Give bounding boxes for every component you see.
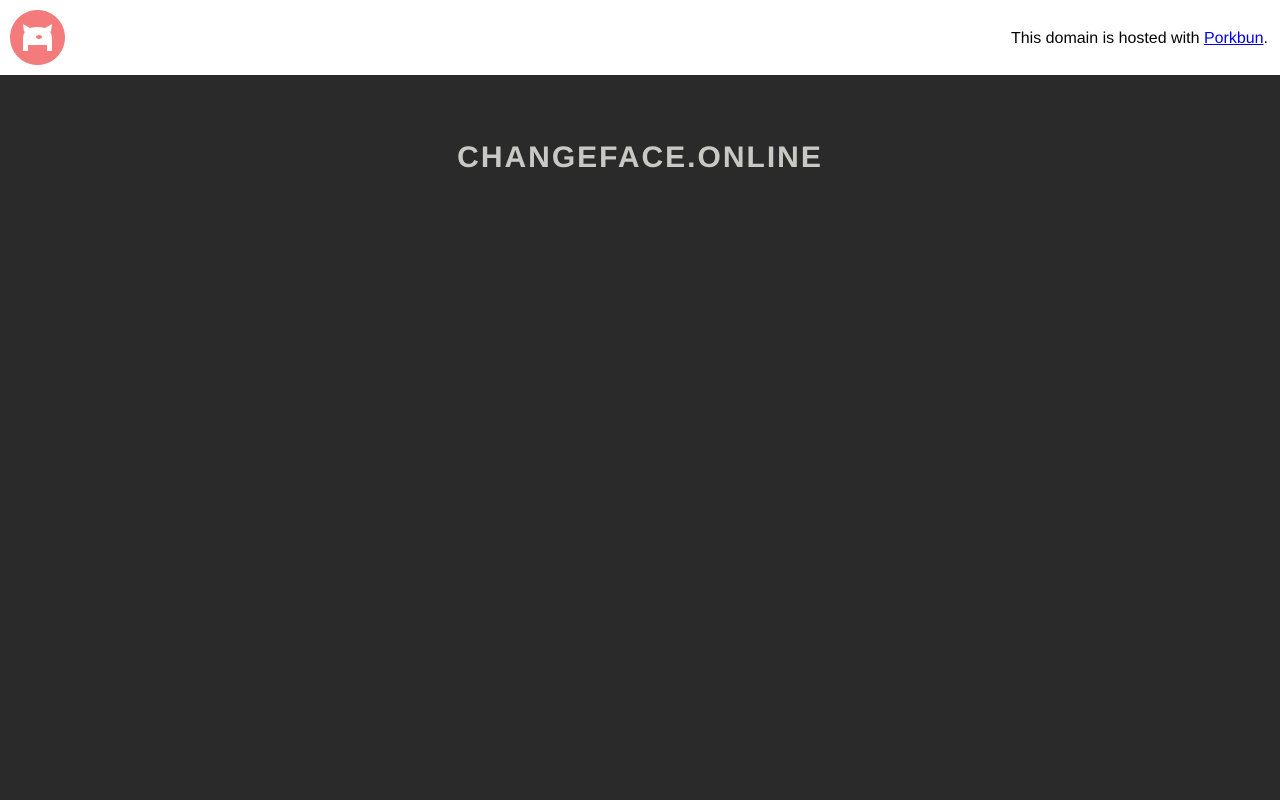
porkbun-pig-icon[interactable] xyxy=(10,10,65,65)
top-banner: This domain is hosted with Porkbun. xyxy=(0,0,1280,75)
porkbun-link[interactable]: Porkbun xyxy=(1204,30,1264,47)
hosted-notice: This domain is hosted with Porkbun. xyxy=(1011,30,1268,48)
hosted-suffix: . xyxy=(1263,30,1268,47)
hosted-prefix: This domain is hosted with xyxy=(1010,30,1204,47)
parked-domain-area: CHANGEFACE.ONLINE xyxy=(0,75,1280,800)
domain-title: CHANGEFACE.ONLINE xyxy=(457,141,823,174)
